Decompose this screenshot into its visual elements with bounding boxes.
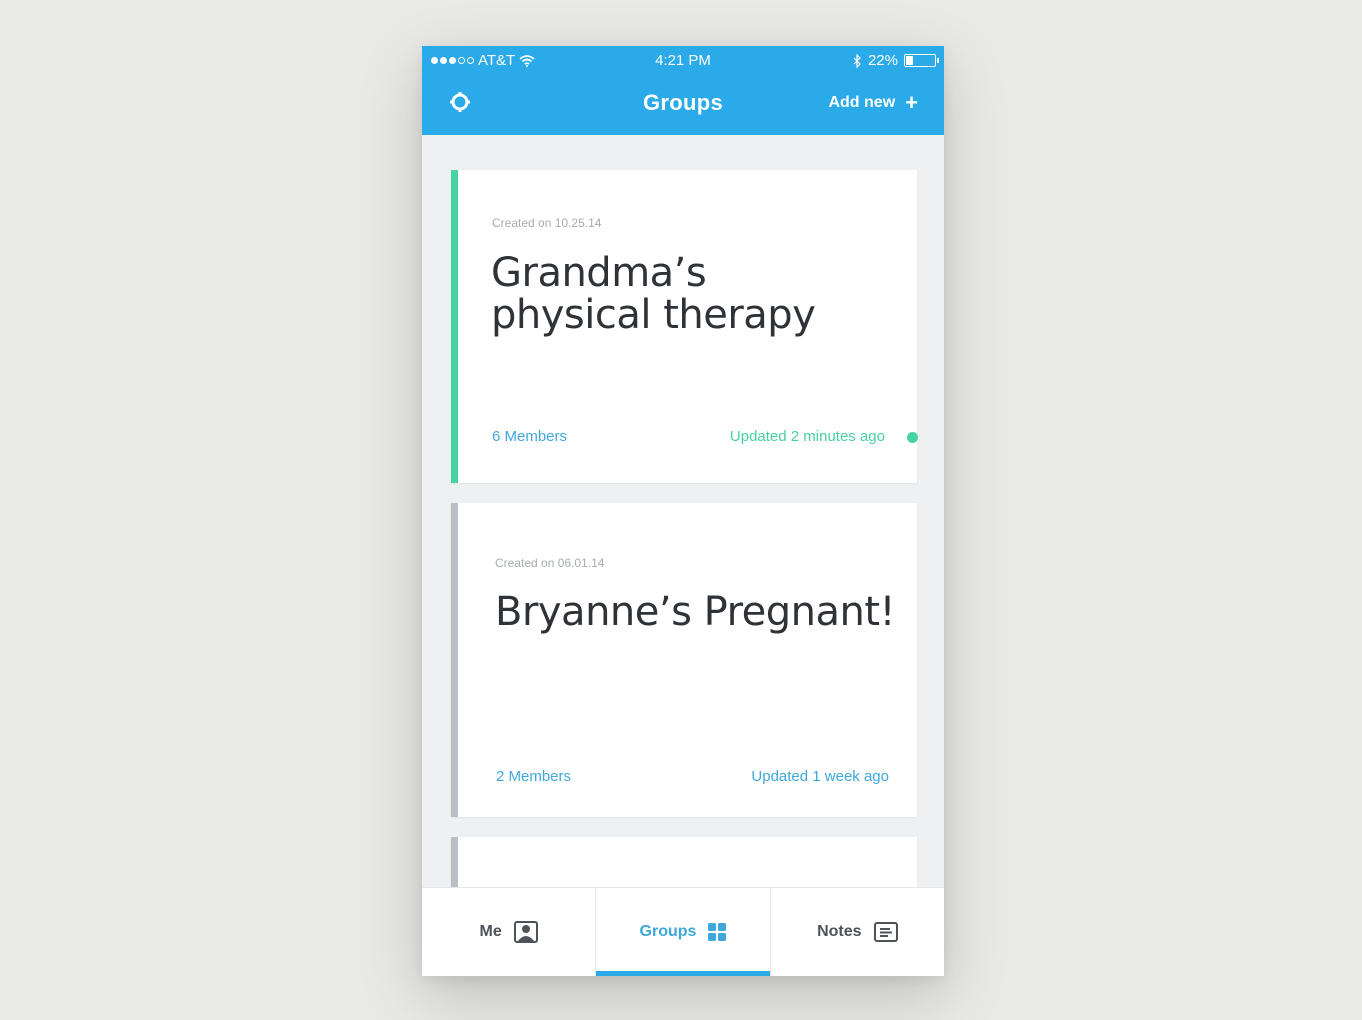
status-right: 22% [853, 52, 939, 69]
battery-percent: 22% [867, 52, 898, 69]
created-date: Created on 06.01.14 [495, 556, 605, 570]
add-new-label: Add new [828, 94, 896, 111]
grid-icon [708, 923, 727, 941]
bluetooth-icon [853, 53, 861, 68]
battery-icon [904, 54, 939, 67]
new-activity-dot [907, 432, 918, 443]
group-card-grandma[interactable]: Created on 10.25.14 Grandma’s physical t… [451, 170, 917, 483]
tab-bar: Me Groups Notes [422, 887, 944, 976]
group-title-line: physical therapy [491, 292, 816, 338]
group-title: Grandma’s physical therapy [491, 250, 816, 338]
tab-me[interactable]: Me [422, 888, 595, 976]
phone-screen: AT&T 4:21 PM 22% Groups Add new + Create… [422, 46, 944, 976]
tab-label: Notes [817, 923, 862, 940]
group-title: Bryanne’s Pregnant! [495, 589, 896, 635]
group-title-line: Grandma’s [491, 250, 707, 296]
group-card-bryanne[interactable]: Created on 06.01.14 Bryanne’s Pregnant! … [451, 503, 917, 817]
nav-row: Groups Add new + [422, 82, 944, 122]
tab-groups[interactable]: Groups [595, 888, 770, 976]
tab-label: Groups [639, 923, 697, 940]
updated-time: Updated 1 week ago [751, 768, 889, 785]
tab-notes[interactable]: Notes [769, 888, 944, 976]
card-accent-bar [451, 170, 458, 483]
person-icon [513, 921, 538, 943]
status-bar: AT&T 4:21 PM 22% [422, 46, 944, 76]
tab-label: Me [479, 923, 502, 940]
updated-time: Updated 2 minutes ago [729, 428, 885, 445]
header-bar: AT&T 4:21 PM 22% Groups Add new + [422, 46, 944, 135]
created-date: Created on 10.25.14 [492, 216, 602, 230]
members-count[interactable]: 6 Members [492, 428, 567, 445]
card-accent-bar [451, 503, 458, 817]
add-new-button[interactable]: Add new + [828, 90, 918, 115]
plus-icon: + [905, 90, 918, 115]
notes-icon [873, 922, 898, 942]
members-count[interactable]: 2 Members [496, 768, 571, 785]
